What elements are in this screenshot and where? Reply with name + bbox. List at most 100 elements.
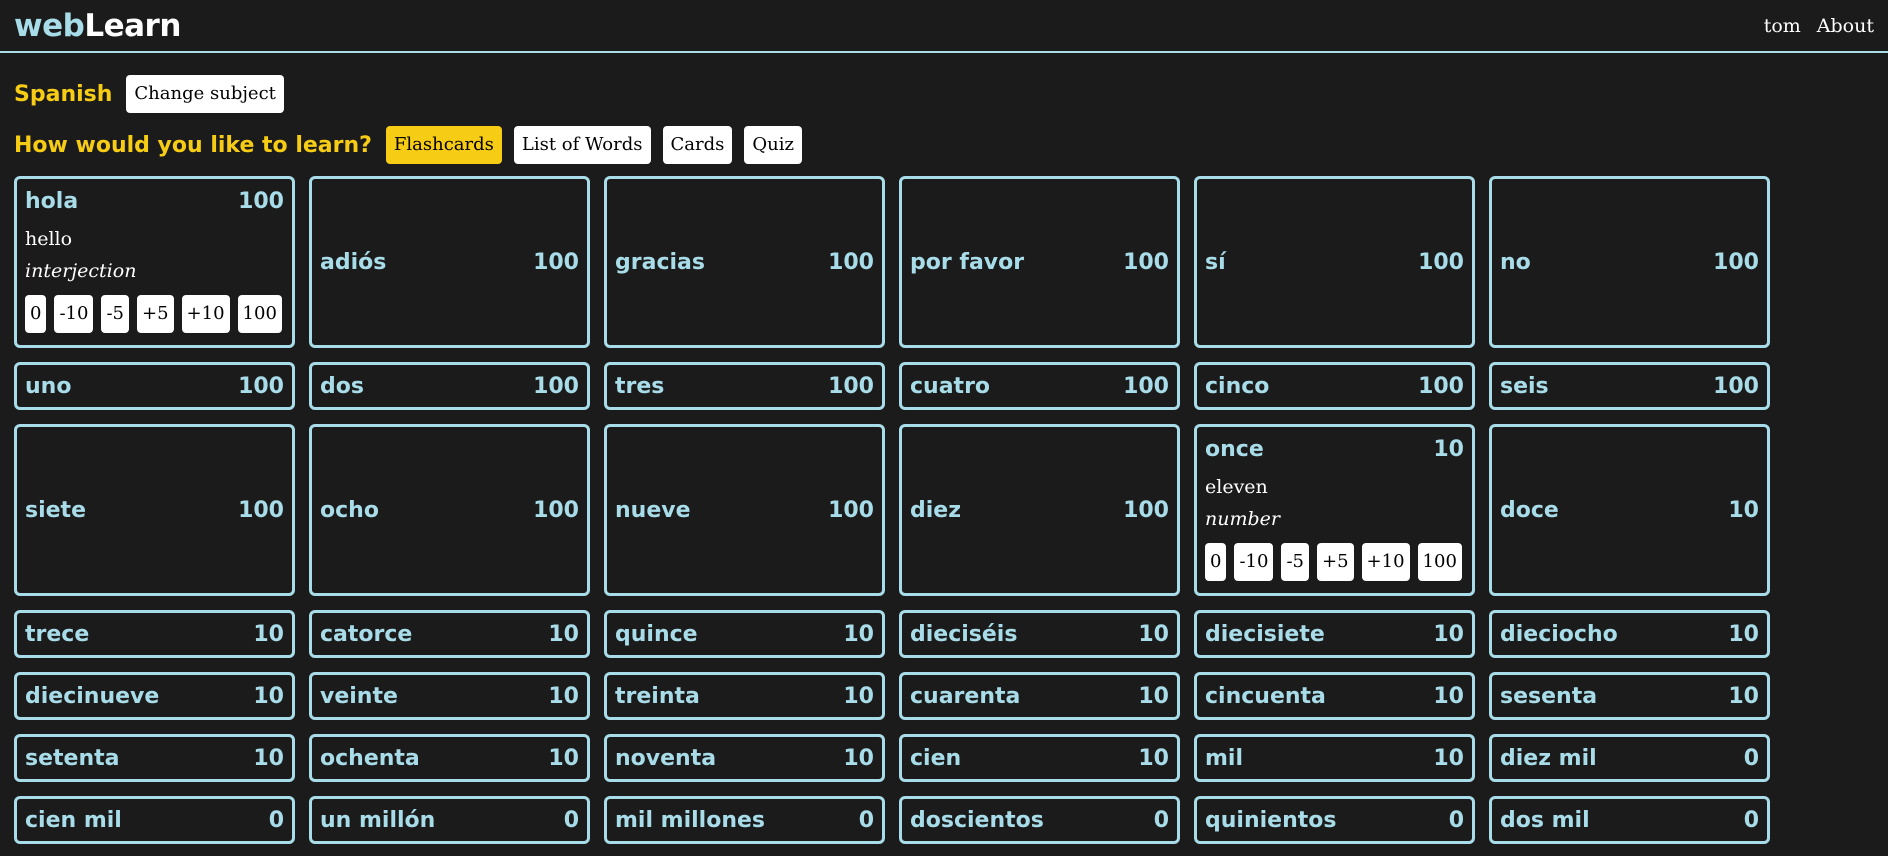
flashcard-word: cien bbox=[910, 745, 962, 771]
flashcard[interactable]: cien mil 0 bbox=[14, 796, 295, 844]
flashcard[interactable]: tres 100 bbox=[604, 362, 885, 410]
flashcard-word: adiós bbox=[320, 249, 387, 275]
flashcard[interactable]: adiós 100 bbox=[309, 176, 590, 348]
flashcard[interactable]: diez 100 bbox=[899, 424, 1180, 596]
flashcard[interactable]: ochenta 10 bbox=[309, 734, 590, 782]
flashcard[interactable]: cien 10 bbox=[899, 734, 1180, 782]
score-button[interactable]: -5 bbox=[1281, 543, 1309, 581]
flashcard-word: catorce bbox=[320, 621, 413, 647]
flashcard[interactable]: doce 10 bbox=[1489, 424, 1770, 596]
score-button[interactable]: -10 bbox=[54, 295, 94, 333]
flashcard-score: 100 bbox=[1123, 373, 1169, 399]
flashcard[interactable]: uno 100 bbox=[14, 362, 295, 410]
score-buttons: 0 -10 -5 +5 +10 100 bbox=[1205, 543, 1464, 581]
flashcard[interactable]: mil millones 0 bbox=[604, 796, 885, 844]
flashcard-word: quinientos bbox=[1205, 807, 1337, 833]
flashcard[interactable]: un millón 0 bbox=[309, 796, 590, 844]
flashcard-score: 100 bbox=[1713, 249, 1759, 275]
score-button[interactable]: 100 bbox=[237, 295, 282, 333]
flashcard-word: diez mil bbox=[1500, 745, 1597, 771]
flashcard-word: mil bbox=[1205, 745, 1244, 771]
flashcard-score: 10 bbox=[1728, 683, 1759, 709]
score-button[interactable]: 0 bbox=[25, 295, 47, 333]
flashcard[interactable]: nueve 100 bbox=[604, 424, 885, 596]
flashcard[interactable]: por favor 100 bbox=[899, 176, 1180, 348]
flashcard[interactable]: trece 10 bbox=[14, 610, 295, 658]
flashcard[interactable]: quinientos 0 bbox=[1194, 796, 1475, 844]
score-button[interactable]: 100 bbox=[1417, 543, 1462, 581]
flashcard-word: tres bbox=[615, 373, 665, 399]
top-bar: webLearn tom About bbox=[0, 0, 1888, 53]
mode-button-flashcards[interactable]: Flashcards bbox=[385, 126, 502, 164]
flashcard-score: 10 bbox=[1138, 621, 1169, 647]
score-button[interactable]: 0 bbox=[1205, 543, 1227, 581]
flashcard[interactable]: catorce 10 bbox=[309, 610, 590, 658]
flashcard[interactable]: diez mil 0 bbox=[1489, 734, 1770, 782]
flashcard[interactable]: siete 100 bbox=[14, 424, 295, 596]
flashcard[interactable]: diecisiete 10 bbox=[1194, 610, 1475, 658]
flashcard[interactable]: treinta 10 bbox=[604, 672, 885, 720]
flashcard-word: quince bbox=[615, 621, 698, 647]
about-link[interactable]: About bbox=[1817, 15, 1874, 37]
flashcard-score: 0 bbox=[1153, 807, 1169, 833]
flashcard[interactable]: dos mil 0 bbox=[1489, 796, 1770, 844]
flashcard[interactable]: cincuenta 10 bbox=[1194, 672, 1475, 720]
flashcard[interactable]: dieciséis 10 bbox=[899, 610, 1180, 658]
flashcard-score: 10 bbox=[548, 745, 579, 771]
flashcard[interactable]: setenta 10 bbox=[14, 734, 295, 782]
flashcard[interactable]: doscientos 0 bbox=[899, 796, 1180, 844]
mode-button-cards[interactable]: Cards bbox=[662, 126, 733, 164]
flashcard-word: nueve bbox=[615, 497, 691, 523]
score-button[interactable]: +10 bbox=[1361, 543, 1410, 581]
flashcard[interactable]: ocho 100 bbox=[309, 424, 590, 596]
mode-button-quiz[interactable]: Quiz bbox=[744, 126, 802, 164]
flashcard-word: dos bbox=[320, 373, 364, 399]
flashcard[interactable]: quince 10 bbox=[604, 610, 885, 658]
score-button[interactable]: -5 bbox=[101, 295, 129, 333]
learn-prompt: How would you like to learn? bbox=[14, 132, 372, 158]
change-subject-button[interactable]: Change subject bbox=[126, 75, 284, 113]
flashcard-score: 10 bbox=[843, 745, 874, 771]
flashcard[interactable]: gracias 100 bbox=[604, 176, 885, 348]
flashcard-score: 0 bbox=[858, 807, 874, 833]
flashcard-expanded[interactable]: once 10 eleven number 0 -10 -5 +5 +10 100 bbox=[1194, 424, 1475, 596]
score-button[interactable]: +10 bbox=[181, 295, 230, 333]
flashcard-score: 0 bbox=[1743, 807, 1759, 833]
flashcard-score: 100 bbox=[1418, 249, 1464, 275]
flashcard[interactable]: diecinueve 10 bbox=[14, 672, 295, 720]
flashcard-score: 10 bbox=[1138, 683, 1169, 709]
subject-name: Spanish bbox=[14, 81, 113, 107]
flashcard-word: diecinueve bbox=[25, 683, 160, 709]
flashcard[interactable]: sesenta 10 bbox=[1489, 672, 1770, 720]
flashcard[interactable]: cuatro 100 bbox=[899, 362, 1180, 410]
score-button[interactable]: +5 bbox=[137, 295, 174, 333]
app-logo[interactable]: webLearn bbox=[14, 8, 181, 44]
flashcard-word: trece bbox=[25, 621, 90, 647]
flashcard[interactable]: veinte 10 bbox=[309, 672, 590, 720]
learn-mode-row: How would you like to learn? Flashcards L… bbox=[0, 125, 802, 165]
flashcard-word: cien mil bbox=[25, 807, 122, 833]
score-button[interactable]: +5 bbox=[1317, 543, 1354, 581]
flashcard-score: 100 bbox=[238, 497, 284, 523]
score-button[interactable]: -10 bbox=[1234, 543, 1274, 581]
user-link[interactable]: tom bbox=[1764, 15, 1801, 37]
flashcard[interactable]: mil 10 bbox=[1194, 734, 1475, 782]
flashcard[interactable]: noventa 10 bbox=[604, 734, 885, 782]
flashcard[interactable]: dieciocho 10 bbox=[1489, 610, 1770, 658]
flashcard-word: sesenta bbox=[1500, 683, 1598, 709]
flashcard-word: un millón bbox=[320, 807, 436, 833]
flashcard[interactable]: cuarenta 10 bbox=[899, 672, 1180, 720]
flashcard[interactable]: dos 100 bbox=[309, 362, 590, 410]
flashcard[interactable]: no 100 bbox=[1489, 176, 1770, 348]
flashcard-word: siete bbox=[25, 497, 86, 523]
flashcard[interactable]: sí 100 bbox=[1194, 176, 1475, 348]
mode-button-list-of-words[interactable]: List of Words bbox=[513, 126, 651, 164]
flashcard[interactable]: seis 100 bbox=[1489, 362, 1770, 410]
score-buttons: 0 -10 -5 +5 +10 100 bbox=[25, 295, 284, 333]
flashcard-score: 100 bbox=[1123, 497, 1169, 523]
flashcard-score: 100 bbox=[1418, 373, 1464, 399]
flashcard-part-of-speech: interjection bbox=[25, 260, 137, 282]
flashcard-word: no bbox=[1500, 249, 1531, 275]
flashcard-expanded[interactable]: hola 100 hello interjection 0 -10 -5 +5 +10 100 bbox=[14, 176, 295, 348]
flashcard[interactable]: cinco 100 bbox=[1194, 362, 1475, 410]
